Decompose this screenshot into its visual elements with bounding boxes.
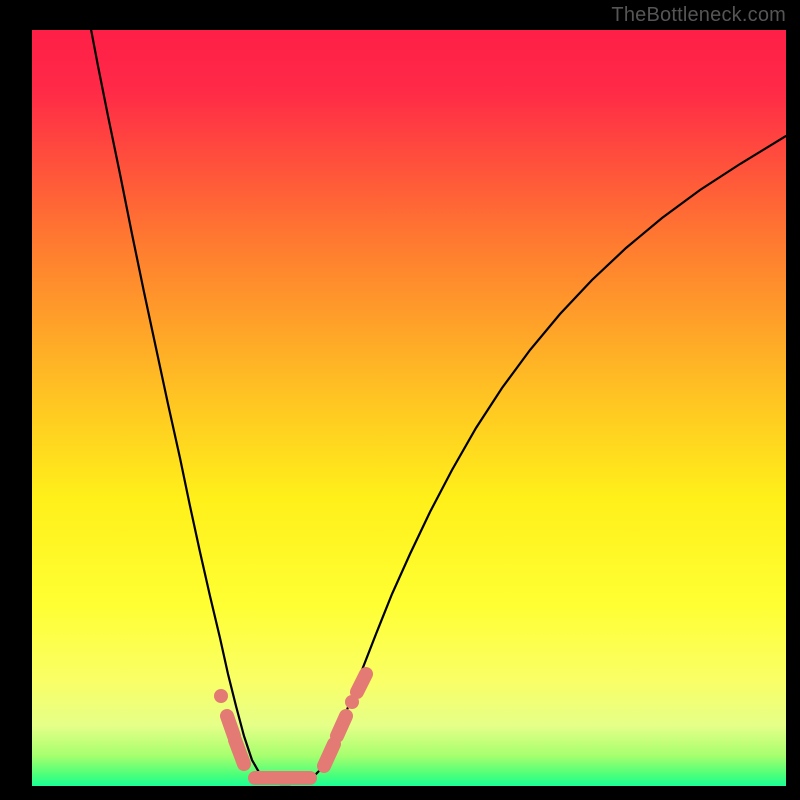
chart-svg	[32, 30, 786, 786]
watermark-text: TheBottleneck.com	[611, 4, 786, 27]
plot-area	[32, 30, 786, 786]
chart-container: TheBottleneck.com	[0, 0, 800, 800]
gradient-background	[32, 30, 786, 786]
